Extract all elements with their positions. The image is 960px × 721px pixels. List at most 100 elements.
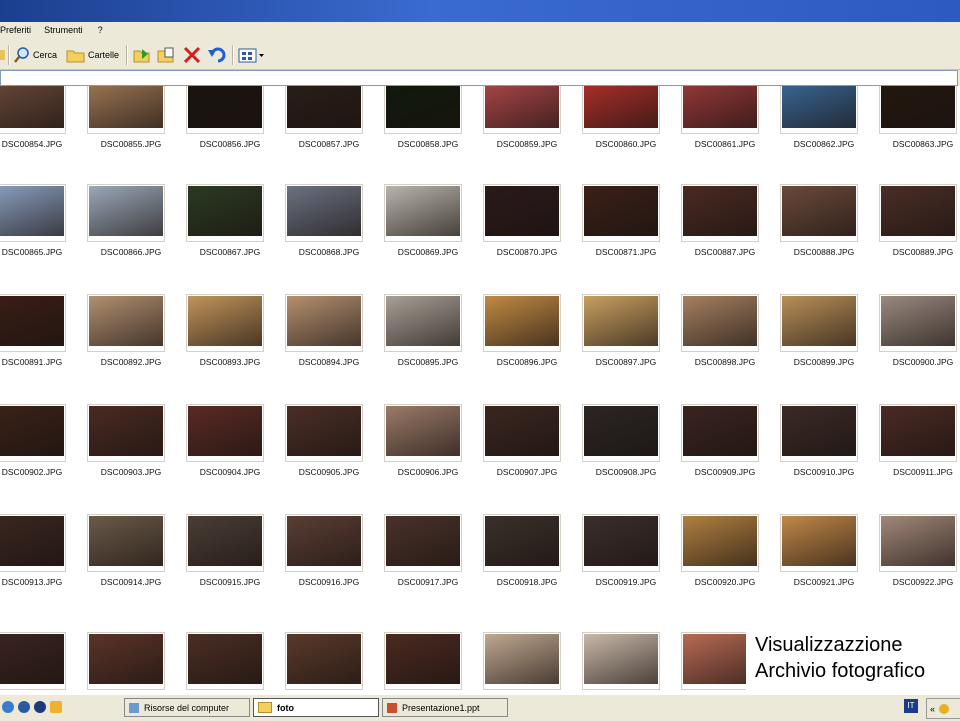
file-name: DSC00896.JPG bbox=[496, 357, 558, 367]
photo-image bbox=[89, 516, 163, 566]
taskbar-button-presentazione[interactable]: Presentazione1.ppt bbox=[382, 698, 508, 717]
file-thumbnail[interactable]: DSC00861.JPG bbox=[681, 86, 777, 186]
file-thumbnail[interactable] bbox=[582, 632, 678, 694]
folder-icon bbox=[258, 702, 272, 713]
menu-preferiti[interactable]: Preferiti bbox=[0, 22, 37, 35]
file-thumbnail[interactable] bbox=[87, 632, 183, 694]
file-thumbnail[interactable]: DSC00919.JPG bbox=[582, 514, 678, 624]
file-thumbnail[interactable]: DSC00899.JPG bbox=[780, 294, 876, 404]
file-thumbnail[interactable]: DSC00860.JPG bbox=[582, 86, 678, 186]
file-thumbnail[interactable]: DSC00902.JPG bbox=[0, 404, 84, 514]
file-thumbnail[interactable]: DSC00900.JPG bbox=[879, 294, 960, 404]
media-player-icon[interactable] bbox=[34, 701, 46, 713]
file-thumbnail[interactable]: DSC00922.JPG bbox=[879, 514, 960, 624]
file-thumbnail[interactable]: DSC00893.JPG bbox=[186, 294, 282, 404]
file-thumbnail[interactable]: DSC00858.JPG bbox=[384, 86, 480, 186]
file-thumbnail[interactable]: DSC00916.JPG bbox=[285, 514, 381, 624]
file-thumbnail[interactable]: DSC00920.JPG bbox=[681, 514, 777, 624]
file-thumbnail[interactable]: DSC00859.JPG bbox=[483, 86, 579, 186]
file-thumbnail[interactable]: DSC00907.JPG bbox=[483, 404, 579, 514]
file-thumbnail[interactable]: DSC00868.JPG bbox=[285, 184, 381, 294]
thumbnail-frame bbox=[582, 514, 660, 572]
file-thumbnail[interactable]: DSC00914.JPG bbox=[87, 514, 183, 624]
file-thumbnail[interactable]: DSC00870.JPG bbox=[483, 184, 579, 294]
menu-strumenti[interactable]: Strumenti bbox=[44, 22, 89, 35]
move-to-button[interactable] bbox=[133, 45, 153, 65]
file-thumbnail[interactable]: DSC00856.JPG bbox=[186, 86, 282, 186]
thumbnail-frame bbox=[780, 86, 858, 134]
photo-image bbox=[683, 516, 757, 566]
file-thumbnail[interactable]: DSC00891.JPG bbox=[0, 294, 84, 404]
file-name: DSC00897.JPG bbox=[595, 357, 657, 367]
file-thumbnail[interactable]: DSC00904.JPG bbox=[186, 404, 282, 514]
thumbnail-frame bbox=[681, 294, 759, 352]
file-thumbnail[interactable]: DSC00855.JPG bbox=[87, 86, 183, 186]
desktop-icon[interactable] bbox=[18, 701, 30, 713]
up-folder-button[interactable] bbox=[0, 45, 6, 65]
file-thumbnail[interactable]: DSC00867.JPG bbox=[186, 184, 282, 294]
thumbnail-frame bbox=[186, 632, 264, 690]
file-name: DSC00888.JPG bbox=[793, 247, 855, 257]
file-thumbnail[interactable] bbox=[186, 632, 282, 694]
ie-icon[interactable] bbox=[2, 701, 14, 713]
taskbar-button-foto[interactable]: foto bbox=[253, 698, 379, 717]
file-thumbnail[interactable]: DSC00913.JPG bbox=[0, 514, 84, 624]
delete-button[interactable] bbox=[183, 45, 201, 65]
thumbnail-frame bbox=[582, 86, 660, 134]
thumbnail-frame bbox=[879, 514, 957, 572]
thumbnail-frame bbox=[285, 294, 363, 352]
file-thumbnail[interactable]: DSC00910.JPG bbox=[780, 404, 876, 514]
file-thumbnail[interactable]: DSC00862.JPG bbox=[780, 86, 876, 186]
file-name: DSC00865.JPG bbox=[1, 247, 63, 257]
search-button[interactable]: Cerca bbox=[13, 45, 57, 65]
file-thumbnail[interactable]: DSC00911.JPG bbox=[879, 404, 960, 514]
views-button[interactable] bbox=[238, 45, 266, 65]
file-thumbnail[interactable]: DSC00897.JPG bbox=[582, 294, 678, 404]
network-icon[interactable] bbox=[939, 703, 950, 714]
address-input[interactable] bbox=[0, 70, 958, 86]
copy-to-button[interactable] bbox=[157, 45, 177, 65]
file-thumbnail[interactable]: DSC00887.JPG bbox=[681, 184, 777, 294]
file-thumbnail[interactable]: DSC00854.JPG bbox=[0, 86, 84, 186]
file-thumbnail[interactable]: DSC00857.JPG bbox=[285, 86, 381, 186]
file-thumbnail[interactable]: DSC00889.JPG bbox=[879, 184, 960, 294]
file-thumbnail[interactable]: DSC00866.JPG bbox=[87, 184, 183, 294]
file-thumbnail[interactable]: DSC00865.JPG bbox=[0, 184, 84, 294]
file-name: DSC00870.JPG bbox=[496, 247, 558, 257]
file-thumbnail[interactable]: DSC00905.JPG bbox=[285, 404, 381, 514]
app-icon[interactable] bbox=[50, 701, 62, 713]
file-thumbnail[interactable]: DSC00869.JPG bbox=[384, 184, 480, 294]
file-thumbnail[interactable]: DSC00894.JPG bbox=[285, 294, 381, 404]
file-thumbnail[interactable]: DSC00898.JPG bbox=[681, 294, 777, 404]
thumbnail-frame bbox=[384, 404, 462, 462]
file-thumbnail[interactable]: DSC00908.JPG bbox=[582, 404, 678, 514]
file-thumbnail[interactable] bbox=[285, 632, 381, 694]
file-thumbnail[interactable]: DSC00863.JPG bbox=[879, 86, 960, 186]
file-thumbnail[interactable]: DSC00888.JPG bbox=[780, 184, 876, 294]
file-thumbnail[interactable]: DSC00896.JPG bbox=[483, 294, 579, 404]
folders-button[interactable]: Cartelle bbox=[66, 45, 119, 65]
file-thumbnail[interactable]: DSC00921.JPG bbox=[780, 514, 876, 624]
file-thumbnail[interactable]: DSC00903.JPG bbox=[87, 404, 183, 514]
file-name: DSC00868.JPG bbox=[298, 247, 360, 257]
file-thumbnail[interactable]: DSC00918.JPG bbox=[483, 514, 579, 624]
file-thumbnail[interactable] bbox=[0, 632, 84, 694]
undo-button[interactable] bbox=[207, 45, 227, 65]
menu-help[interactable]: ? bbox=[98, 22, 109, 35]
file-thumbnail[interactable]: DSC00871.JPG bbox=[582, 184, 678, 294]
file-thumbnail[interactable]: DSC00892.JPG bbox=[87, 294, 183, 404]
file-thumbnail[interactable]: DSC00895.JPG bbox=[384, 294, 480, 404]
photo-image bbox=[287, 516, 361, 566]
thumbnail-frame bbox=[384, 632, 462, 690]
file-thumbnail[interactable]: DSC00915.JPG bbox=[186, 514, 282, 624]
photo-image bbox=[485, 86, 559, 128]
file-thumbnail[interactable]: DSC00906.JPG bbox=[384, 404, 480, 514]
file-thumbnail[interactable]: DSC00917.JPG bbox=[384, 514, 480, 624]
language-indicator[interactable]: IT bbox=[904, 699, 918, 713]
file-thumbnail[interactable] bbox=[384, 632, 480, 694]
file-thumbnail[interactable] bbox=[483, 632, 579, 694]
photo-image bbox=[386, 86, 460, 128]
file-thumbnail[interactable]: DSC00909.JPG bbox=[681, 404, 777, 514]
taskbar-button-risorse[interactable]: Risorse del computer bbox=[124, 698, 250, 717]
tray-expand-icon[interactable]: « bbox=[930, 704, 935, 714]
